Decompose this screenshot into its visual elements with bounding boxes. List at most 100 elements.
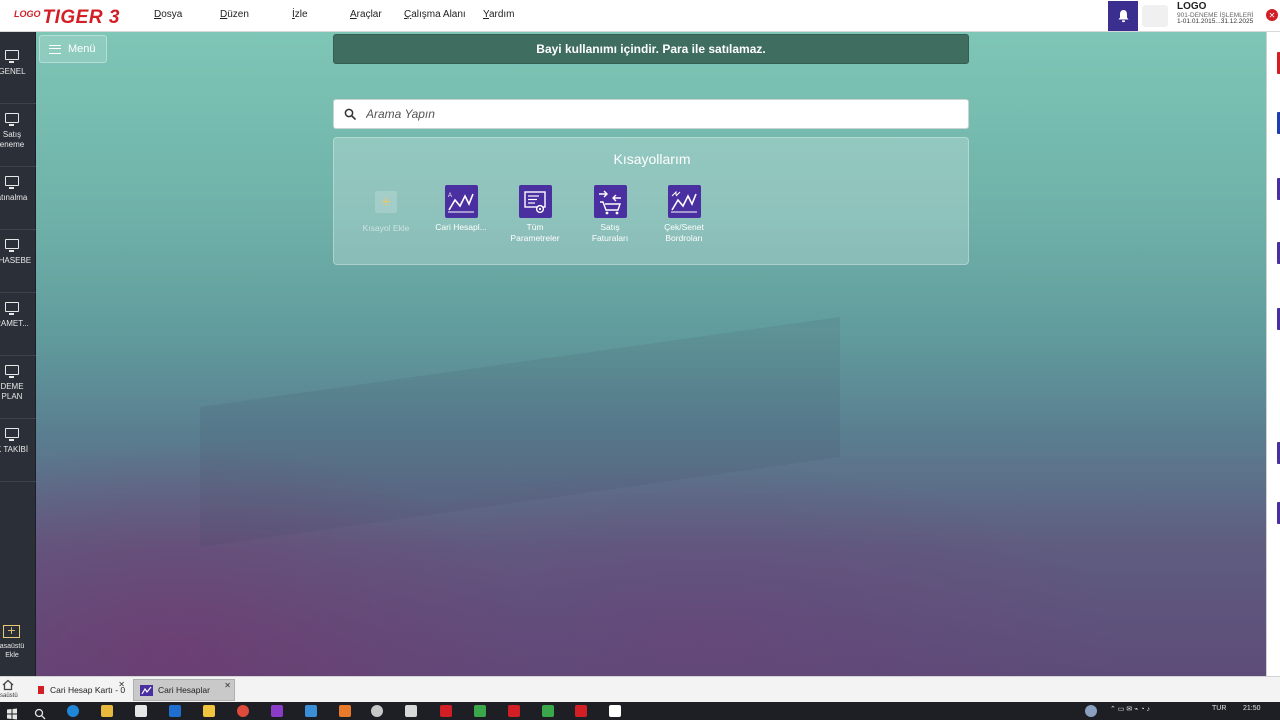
chart-line-icon: A	[444, 185, 478, 218]
add-desktop-button[interactable]: + asaüstü Ekle	[0, 622, 36, 672]
hamburger-icon	[49, 44, 61, 54]
menu-dosya[interactable]: Dosya	[154, 9, 182, 20]
shortcut-label: Kısayol Ekle	[362, 223, 410, 233]
bell-icon	[1118, 10, 1128, 23]
product-name: TIGER 3	[42, 7, 120, 28]
search-input[interactable]	[366, 100, 946, 128]
os-taskbar: ⌃ ▭ ✉ ⌁ ◔ ♪ TUR 21:50	[0, 702, 1280, 720]
right-panel-edge[interactable]	[1266, 32, 1280, 676]
sales-cart-icon	[593, 185, 627, 218]
sidebar-item-cek-takibi[interactable]: K TAKİBİ	[0, 420, 36, 482]
sidebar-item-label: DEME PLAN	[0, 382, 24, 402]
clock[interactable]: 21:50	[1243, 705, 1261, 712]
file-explorer-icon[interactable]	[101, 705, 113, 717]
windows-start-icon[interactable]	[6, 705, 18, 720]
shortcut-label: Tüm Parametreler	[510, 222, 560, 244]
chart-line-icon	[667, 185, 701, 218]
desktop-tab-label: saüstü	[0, 693, 18, 699]
search-icon[interactable]	[34, 705, 46, 720]
add-desktop-label: asaüstü Ekle	[0, 643, 25, 660]
shortcut-label: Cari Hesapl...	[435, 222, 487, 232]
shortcuts-title: Kısayollarım	[613, 151, 691, 167]
document-icon	[38, 686, 44, 694]
sidebar-item-muhasebe[interactable]: UHASEBE	[0, 231, 36, 293]
menu-yardim[interactable]: Yardım	[483, 9, 515, 20]
tab-label: Cari Hesap Kartı - 0	[50, 685, 126, 695]
sidebar-item-label: atınalma	[0, 193, 28, 202]
mail-icon[interactable]	[305, 705, 317, 717]
sidebar-item-label: GENEL	[0, 67, 26, 76]
tab-cari-hesap-karti[interactable]: Cari Hesap Kartı - 0 ✕	[32, 679, 128, 701]
excel-icon[interactable]	[542, 705, 554, 717]
shortcut-tum-parametreler[interactable]: Tüm Parametreler	[497, 185, 573, 244]
menu-duzen[interactable]: Düzen	[220, 9, 249, 20]
menu-button-label: Menü	[68, 43, 96, 55]
company-info[interactable]: LOGO 901-DENEME İŞLEMLERİ 1-01.01.2015..…	[1177, 1, 1272, 26]
logo-tiger-icon[interactable]	[508, 705, 520, 717]
close-icon[interactable]: ✕	[118, 680, 125, 689]
menu-calisma-alani[interactable]: Çalışma Alanı	[404, 9, 466, 20]
store-icon[interactable]	[135, 705, 147, 717]
language-indicator[interactable]: TUR	[1212, 705, 1226, 712]
desktop-tab[interactable]: saüstü	[0, 677, 28, 703]
sidebar-item-genel[interactable]: GENEL	[0, 42, 36, 104]
app-icon[interactable]	[474, 705, 486, 717]
tab-label: Cari Hesaplar	[158, 685, 210, 695]
document-icon[interactable]	[405, 705, 417, 717]
shortcut-cari-hesaplar[interactable]: A Cari Hesapl...	[423, 185, 499, 233]
window-tab-bar: saüstü Cari Hesap Kartı - 0 ✕ Cari Hesap…	[0, 676, 1280, 702]
sidebar: GENEL Satış eneme atınalma UHASEBE RAMET…	[0, 32, 36, 676]
close-icon[interactable]: ✕	[224, 681, 231, 690]
dealer-banner: Bayi kullanımı içindir. Para ile satılam…	[333, 34, 969, 64]
logo-tiger-icon[interactable]	[440, 705, 452, 717]
tab-cari-hesaplar[interactable]: Cari Hesaplar ✕	[133, 679, 235, 701]
sidebar-item-odeme-plan[interactable]: DEME PLAN	[0, 357, 36, 419]
sidebar-item-satinalma[interactable]: atınalma	[0, 168, 36, 230]
shortcuts-panel: Kısayollarım + Kısayol Ekle A Cari Hesap…	[333, 137, 969, 265]
shortcut-cek-senet-bordrolari[interactable]: Çek/Senet Bordroları	[646, 185, 722, 244]
menu-izle[interactable]: İzle	[292, 9, 308, 20]
monitor-icon	[5, 50, 19, 63]
plus-icon: +	[375, 191, 397, 213]
monitor-icon	[5, 302, 19, 315]
monitor-icon	[5, 113, 19, 126]
monitor-icon	[5, 239, 19, 252]
chrome-icon[interactable]	[237, 705, 249, 717]
svg-text:A: A	[448, 193, 452, 199]
settings-list-icon	[518, 185, 552, 218]
monitor-icon	[5, 176, 19, 189]
sidebar-item-label: K TAKİBİ	[0, 445, 29, 454]
chart-line-icon	[140, 684, 153, 696]
company-name: LOGO	[1177, 1, 1207, 12]
sidebar-item-satis[interactable]: Satış eneme	[0, 105, 36, 167]
shortcut-satis-faturalari[interactable]: Satış Faturaları	[572, 185, 648, 244]
add-shortcut-button[interactable]: + Kısayol Ekle	[348, 185, 424, 234]
menu-button[interactable]: Menü	[39, 35, 107, 63]
app-icon[interactable]	[203, 705, 215, 717]
monitor-icon	[5, 365, 19, 378]
edge-browser-icon[interactable]	[67, 705, 79, 717]
onedrive-icon[interactable]	[1085, 705, 1097, 717]
shortcut-label: Çek/Senet Bordroları	[664, 222, 704, 244]
settings-icon[interactable]	[371, 705, 383, 717]
logo-wordmark: LOGO	[14, 9, 41, 19]
plus-icon: +	[3, 625, 20, 638]
monitor-icon	[5, 428, 19, 441]
user-avatar[interactable]	[1142, 5, 1168, 27]
search-icon	[334, 99, 366, 129]
tray-icons[interactable]: ⌃ ▭ ✉ ⌁ ◔ ♪	[1110, 705, 1150, 713]
menubar: LOGO TIGER 3 Dosya Düzen İzle Araçlar Ça…	[0, 0, 1280, 32]
shortcut-label: Satış Faturaları	[591, 222, 629, 244]
logo-tiger-icon[interactable]	[575, 705, 587, 717]
visual-studio-icon[interactable]	[271, 705, 283, 717]
company-period: 1-01.01.2015...31.12.2025	[1177, 18, 1254, 26]
sidebar-item-label: Satış eneme	[0, 130, 25, 150]
sidebar-item-parametreler[interactable]: RAMET...	[0, 294, 36, 356]
app-icon[interactable]	[339, 705, 351, 717]
outlook-icon[interactable]	[169, 705, 181, 717]
background-shape	[200, 317, 840, 547]
app-icon[interactable]	[609, 705, 621, 717]
menu-araclar[interactable]: Araçlar	[350, 9, 382, 20]
close-icon[interactable]: ✕	[1266, 9, 1278, 21]
notification-button[interactable]	[1108, 1, 1138, 31]
